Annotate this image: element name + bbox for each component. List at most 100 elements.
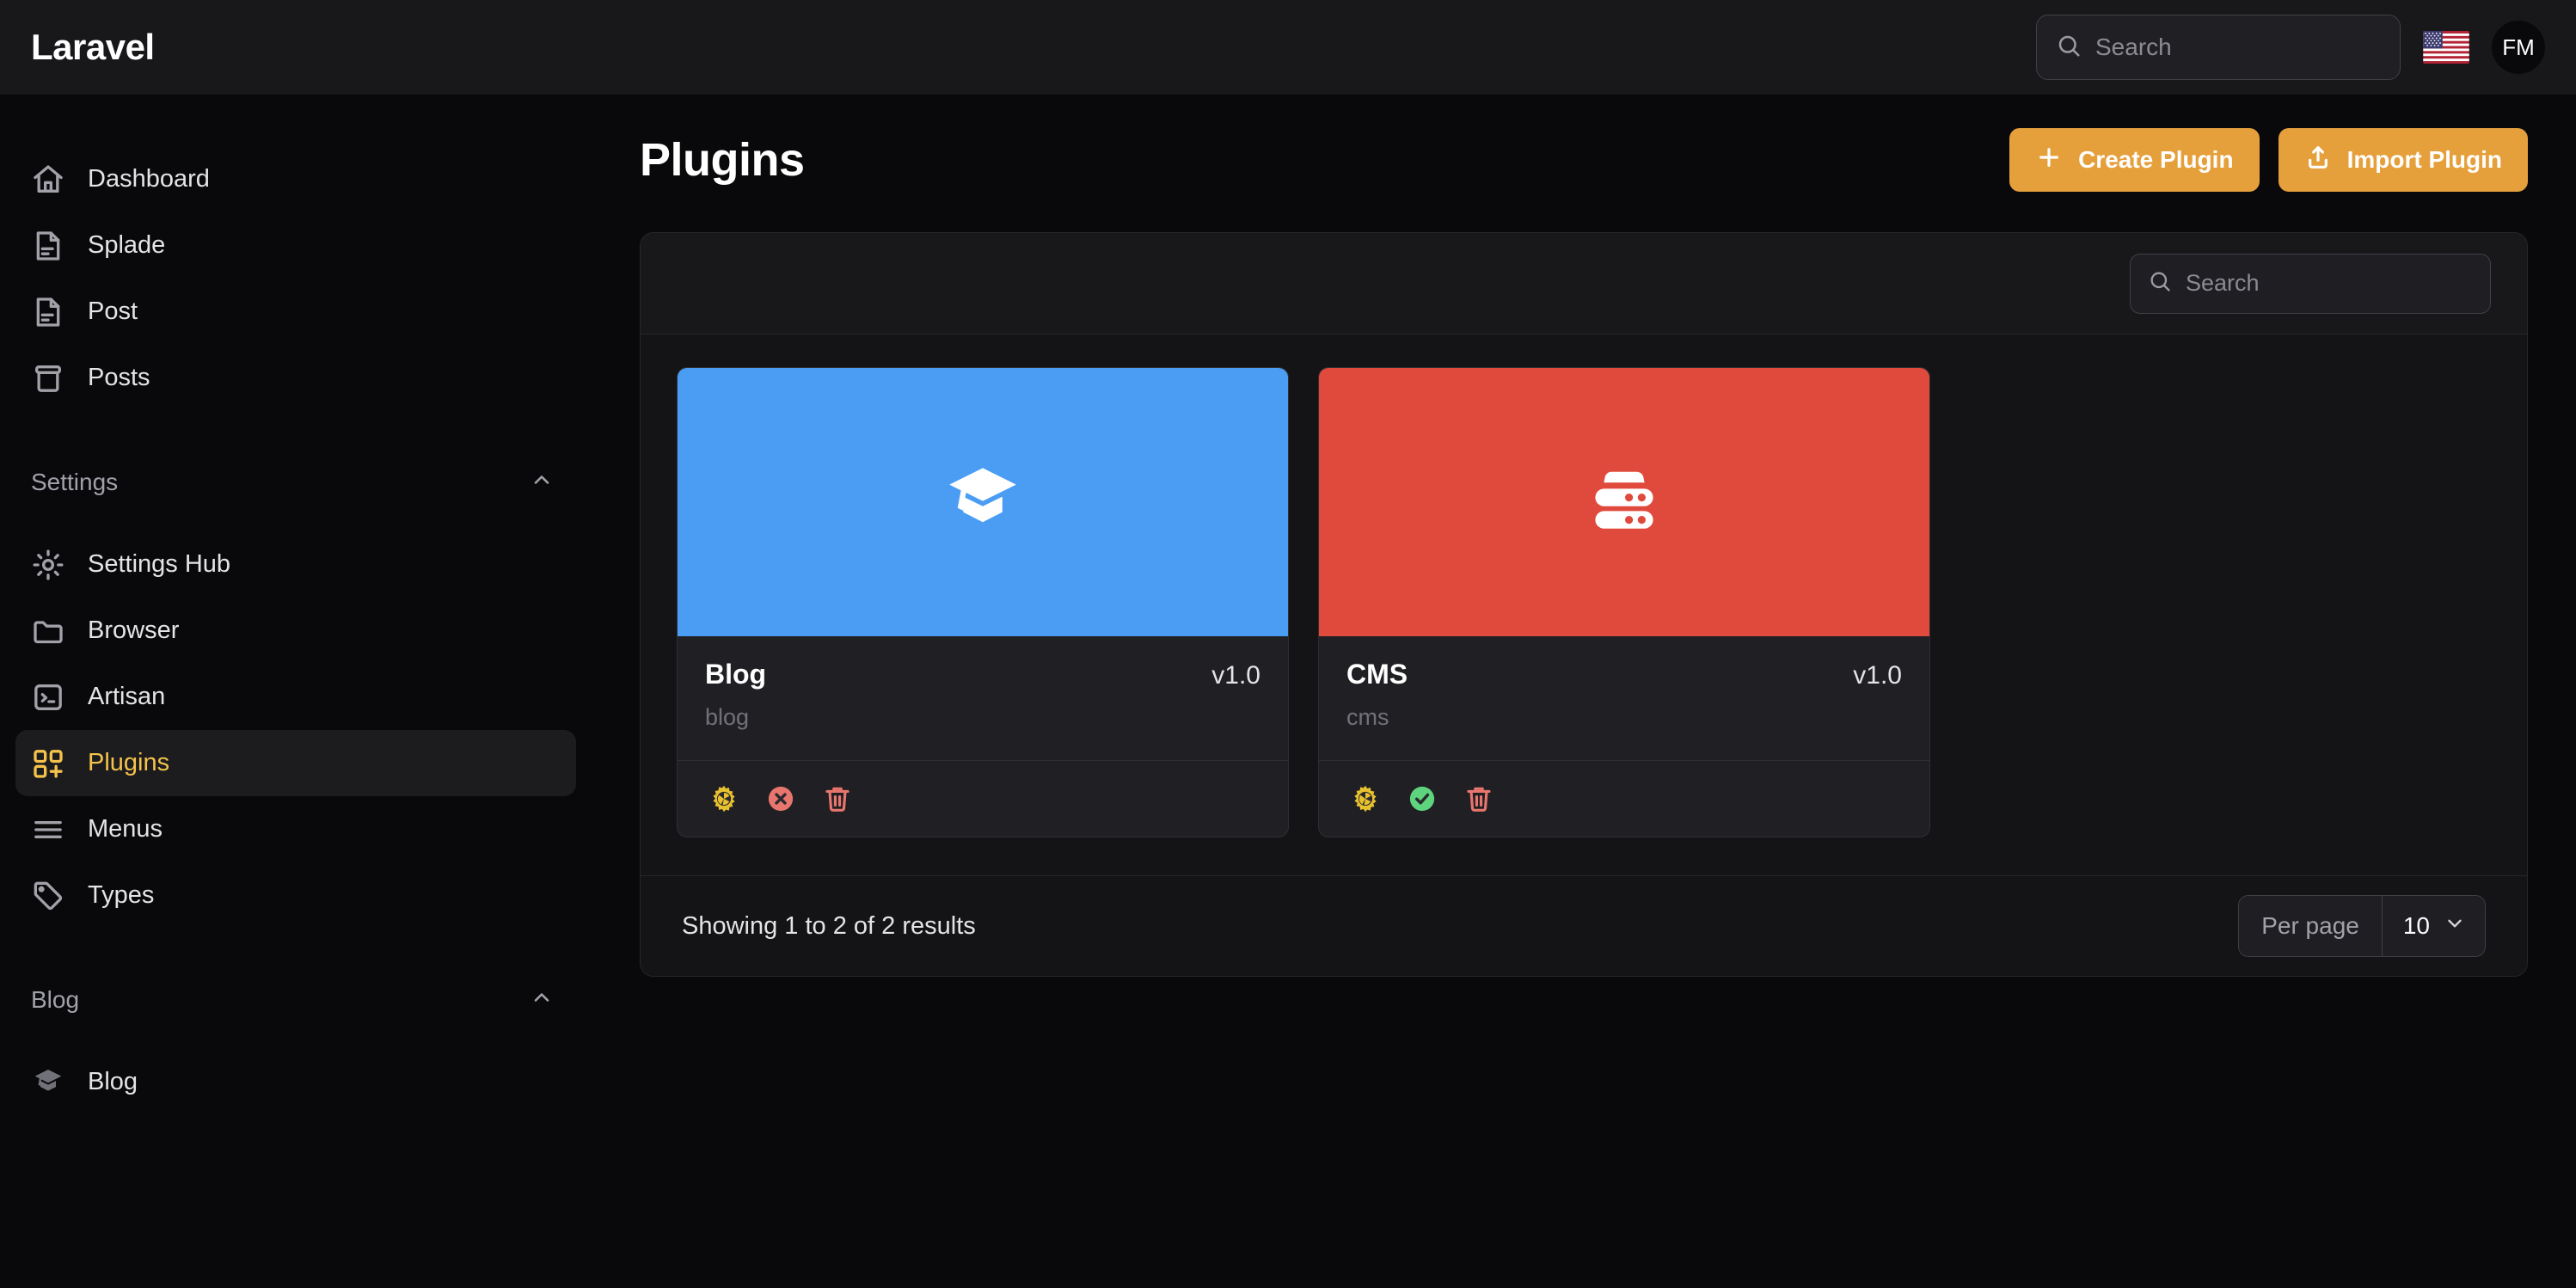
create-plugin-label: Create Plugin	[2078, 146, 2233, 174]
home-icon	[31, 163, 65, 197]
sidebar-item-posts[interactable]: Posts	[15, 345, 576, 411]
sidebar-item-artisan[interactable]: Artisan	[15, 664, 576, 730]
plugins-search-input[interactable]	[2186, 270, 2473, 297]
sidebar-item-settings-hub[interactable]: Settings Hub	[15, 531, 576, 598]
per-page-value: 10	[2403, 912, 2430, 940]
create-plugin-button[interactable]: Create Plugin	[2009, 128, 2259, 192]
page-header: Plugins Create Plugin Import Plugin	[592, 95, 2576, 225]
plugins-search[interactable]	[2130, 254, 2491, 314]
sidebar-item-plugins[interactable]: Plugins	[15, 730, 576, 796]
results-summary: Showing 1 to 2 of 2 results	[682, 912, 976, 941]
sidebar-item-label: Plugins	[88, 749, 169, 777]
chevron-up-icon[interactable]	[530, 985, 554, 1015]
panel-footer: Showing 1 to 2 of 2 results Per page 10	[641, 876, 2527, 976]
graduation-cap-icon	[31, 1065, 65, 1100]
plugin-title-row: CMS v1.0	[1346, 659, 1902, 690]
settings-gear-icon[interactable]	[705, 780, 743, 818]
sidebar-group-label: Blog	[31, 986, 79, 1014]
sidebar: Dashboard Splade Post Posts Settings Set…	[0, 95, 592, 1288]
sidebar-item-label: Settings Hub	[88, 550, 230, 579]
per-page-label: Per page	[2239, 896, 2383, 956]
page-title: Plugins	[640, 133, 805, 187]
graduation-cap-icon	[941, 459, 1024, 546]
archive-icon	[31, 361, 65, 396]
plugins-panel: Blog v1.0 blog	[640, 232, 2528, 977]
plugin-name: CMS	[1346, 659, 1408, 690]
plugin-name: Blog	[705, 659, 766, 690]
sidebar-item-label: Blog	[88, 1068, 138, 1096]
document-icon	[31, 295, 65, 329]
main-content: Plugins Create Plugin Import Plugin	[592, 95, 2576, 1288]
sidebar-group-label: Settings	[31, 469, 118, 496]
search-icon	[2148, 269, 2172, 297]
sidebar-group-blog[interactable]: Blog	[15, 970, 576, 1030]
chevron-down-icon	[2444, 912, 2466, 941]
tag-icon	[31, 879, 65, 913]
sidebar-spacer	[0, 929, 592, 970]
gear-icon	[31, 548, 65, 582]
plugin-version: v1.0	[1853, 661, 1902, 690]
sidebar-item-label: Types	[88, 881, 154, 910]
delete-trash-icon[interactable]	[819, 780, 856, 818]
plugin-card[interactable]: CMS v1.0 cms	[1318, 367, 1930, 837]
import-plugin-label: Import Plugin	[2347, 146, 2502, 174]
per-page-select[interactable]: 10	[2383, 896, 2485, 956]
sidebar-item-splade[interactable]: Splade	[15, 212, 576, 279]
sidebar-item-label: Artisan	[88, 683, 165, 711]
sidebar-spacer	[0, 512, 592, 531]
plugin-info: CMS v1.0 cms	[1319, 636, 1929, 760]
delete-trash-icon[interactable]	[1460, 780, 1498, 818]
menu-lines-icon	[31, 813, 65, 847]
plugins-grid-icon	[31, 746, 65, 781]
per-page-control[interactable]: Per page 10	[2238, 895, 2486, 957]
sidebar-spacer	[0, 411, 592, 452]
chevron-up-icon[interactable]	[530, 468, 554, 498]
terminal-icon	[31, 680, 65, 715]
plugin-card[interactable]: Blog v1.0 blog	[677, 367, 1289, 837]
avatar-initials: FM	[2502, 34, 2535, 61]
sidebar-item-menus[interactable]: Menus	[15, 796, 576, 862]
us-flag-icon[interactable]	[2423, 31, 2469, 64]
sidebar-item-label: Post	[88, 297, 138, 326]
plugin-banner	[678, 368, 1288, 636]
sidebar-item-dashboard[interactable]: Dashboard	[15, 146, 576, 212]
sidebar-item-types[interactable]: Types	[15, 862, 576, 929]
plus-icon	[2035, 144, 2063, 177]
panel-toolbar	[641, 233, 2527, 334]
sidebar-item-label: Dashboard	[88, 165, 210, 193]
plugin-card-actions	[678, 760, 1288, 837]
document-icon	[31, 229, 65, 263]
server-icon	[1583, 459, 1665, 546]
upload-icon	[2304, 144, 2332, 177]
settings-gear-icon[interactable]	[1346, 780, 1384, 818]
top-bar: Laravel	[0, 0, 2576, 95]
sidebar-item-post[interactable]: Post	[15, 279, 576, 345]
page-actions: Create Plugin Import Plugin	[2009, 128, 2528, 192]
plugin-slug: cms	[1346, 704, 1902, 731]
plugin-cards: Blog v1.0 blog	[641, 334, 2527, 876]
plugin-version: v1.0	[1211, 661, 1260, 690]
plugin-info: Blog v1.0 blog	[678, 636, 1288, 760]
plugin-slug: blog	[705, 704, 1260, 731]
avatar[interactable]: FM	[2492, 21, 2545, 74]
app-brand: Laravel	[31, 27, 155, 68]
import-plugin-button[interactable]: Import Plugin	[2279, 128, 2528, 192]
plugin-title-row: Blog v1.0	[705, 659, 1260, 690]
global-search[interactable]	[2036, 15, 2401, 80]
sidebar-item-label: Menus	[88, 815, 163, 843]
sidebar-group-settings[interactable]: Settings	[15, 452, 576, 512]
sidebar-item-label: Splade	[88, 231, 165, 260]
search-icon	[2056, 33, 2082, 63]
plugin-banner	[1319, 368, 1929, 636]
sidebar-item-label: Browser	[88, 616, 179, 645]
sidebar-item-browser[interactable]: Browser	[15, 598, 576, 664]
enable-check-icon[interactable]	[1403, 780, 1441, 818]
sidebar-spacer	[0, 1030, 592, 1049]
folder-icon	[31, 614, 65, 648]
sidebar-item-blog[interactable]: Blog	[15, 1049, 576, 1115]
top-bar-right: FM	[2036, 15, 2545, 80]
disable-x-icon[interactable]	[762, 780, 800, 818]
plugin-card-actions	[1319, 760, 1929, 837]
global-search-input[interactable]	[2095, 34, 2381, 61]
sidebar-item-label: Posts	[88, 364, 150, 392]
